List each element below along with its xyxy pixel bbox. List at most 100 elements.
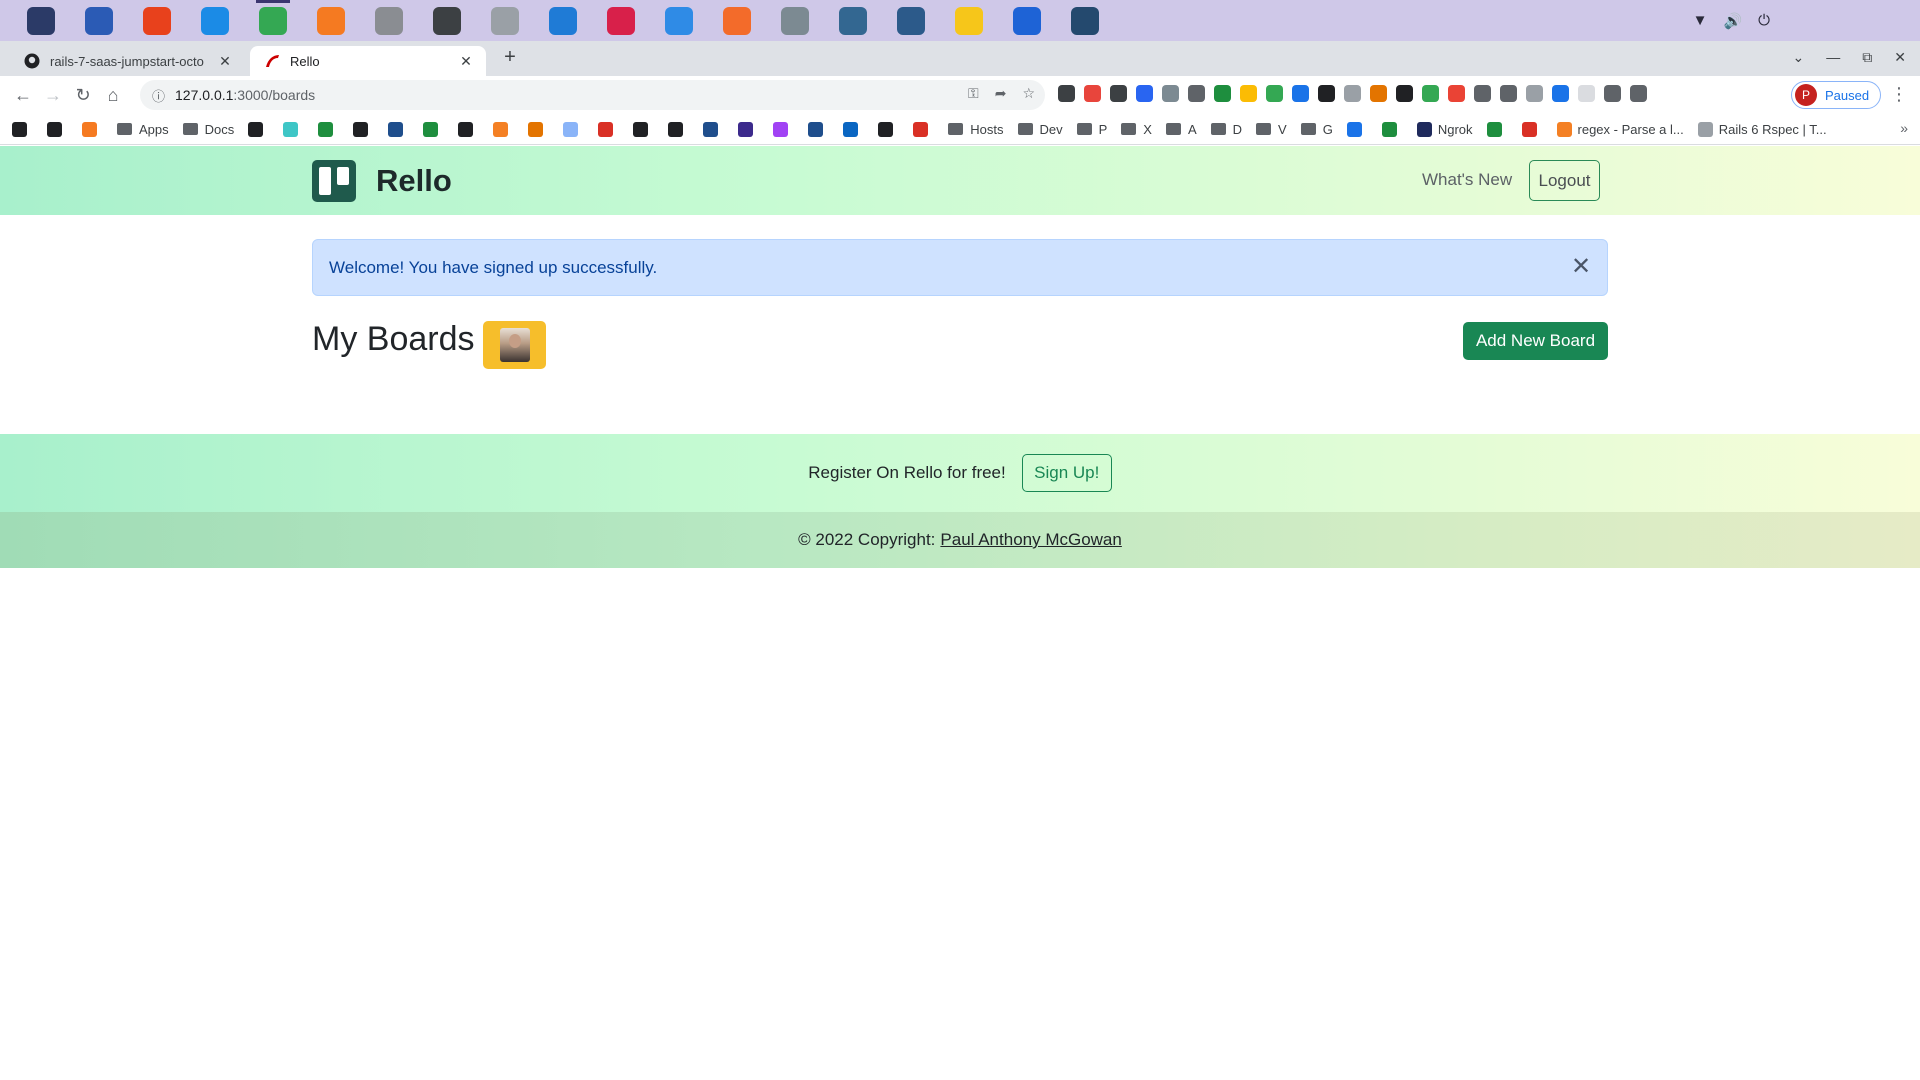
extension-icon[interactable] — [1604, 85, 1621, 102]
close-icon[interactable]: ✕ — [1569, 255, 1593, 280]
extension-icon[interactable] — [1370, 85, 1387, 102]
extension-icon[interactable] — [1500, 85, 1517, 102]
extension-icon[interactable] — [1136, 85, 1153, 102]
bookmark-item[interactable]: Ngrok — [1416, 121, 1473, 137]
bookmark-item[interactable] — [668, 121, 689, 137]
tab-search-icon[interactable]: ⌄ — [1793, 49, 1805, 66]
key-icon[interactable]: ⚿ — [968, 85, 979, 102]
bookmark-folder[interactable]: Hosts — [948, 122, 1004, 137]
bookmark-item[interactable]: regex - Parse a l... — [1556, 121, 1684, 137]
os-app-transfer[interactable] — [650, 0, 708, 41]
reload-icon[interactable]: ↻ — [68, 80, 98, 110]
bookmark-item[interactable] — [703, 121, 724, 137]
tab-github[interactable]: rails-7-saas-jumpstart-octo ✕ — [10, 46, 245, 76]
bookmark-item[interactable] — [808, 121, 829, 137]
bookmark-folder[interactable]: P — [1076, 122, 1107, 137]
extension-icon[interactable] — [1422, 85, 1439, 102]
brand-link[interactable]: Rello — [312, 160, 452, 202]
bookmark-folder[interactable]: D — [1210, 122, 1242, 137]
sign-up-button[interactable]: Sign Up! — [1021, 454, 1112, 492]
bookmark-item[interactable] — [423, 121, 444, 137]
address-bar[interactable]: ⓘ 127.0.0.1:3000/boards ⚿ ➦ ☆ — [140, 80, 1045, 110]
bookmark-item[interactable] — [738, 121, 759, 137]
extension-icon[interactable] — [1292, 85, 1309, 102]
site-info-icon[interactable]: ⓘ — [152, 86, 165, 105]
os-app-screenshot[interactable] — [186, 0, 244, 41]
extension-icon[interactable] — [1188, 85, 1205, 102]
bookmark-item[interactable] — [843, 121, 864, 137]
url-text[interactable]: 127.0.0.1:3000/boards — [175, 87, 315, 103]
os-app-firefox-dev[interactable] — [128, 0, 186, 41]
os-app-zorin-menu[interactable] — [12, 0, 70, 41]
bookmark-item[interactable] — [283, 121, 304, 137]
extension-icon[interactable] — [1058, 85, 1075, 102]
os-app-mysql-workbench[interactable] — [1056, 0, 1114, 41]
os-app-vm[interactable] — [766, 0, 824, 41]
os-app-chrome[interactable] — [244, 0, 302, 41]
bookmark-item[interactable] — [82, 121, 103, 137]
os-app-file-manager[interactable] — [360, 0, 418, 41]
bookmark-item[interactable] — [318, 121, 339, 137]
bookmark-folder[interactable]: V — [1256, 122, 1287, 137]
bookmark-item[interactable] — [773, 121, 794, 137]
add-new-board-button[interactable]: Add New Board — [1463, 322, 1608, 360]
bookmark-item[interactable] — [353, 121, 374, 137]
bookmark-folder[interactable]: Dev — [1017, 122, 1063, 137]
bookmark-item[interactable] — [1486, 121, 1508, 137]
bookmark-item[interactable] — [248, 121, 269, 137]
os-app-postgres[interactable] — [824, 0, 882, 41]
extension-icon[interactable] — [1162, 85, 1179, 102]
bookmark-item[interactable] — [12, 121, 33, 137]
author-link[interactable]: Paul Anthony McGowan — [940, 530, 1121, 550]
extension-icon[interactable] — [1630, 85, 1647, 102]
bookmark-item[interactable] — [388, 121, 409, 137]
extension-icon[interactable] — [1552, 85, 1569, 102]
os-app-postman[interactable] — [708, 0, 766, 41]
bookmark-item[interactable] — [633, 121, 654, 137]
new-tab-button[interactable]: + — [498, 46, 522, 69]
whats-new-link[interactable]: What's New — [1422, 170, 1512, 190]
browser-menu-icon[interactable]: ⋮ — [1890, 84, 1908, 105]
bookmark-item[interactable] — [47, 121, 68, 137]
bookmark-folder[interactable]: Apps — [117, 122, 169, 137]
extension-icon[interactable] — [1448, 85, 1465, 102]
bookmark-item[interactable]: Rails 6 Rspec | T... — [1697, 121, 1827, 137]
os-app-folder[interactable] — [476, 0, 534, 41]
extension-icon[interactable] — [1084, 85, 1101, 102]
bookmark-folder[interactable]: G — [1300, 122, 1333, 137]
close-tab-icon[interactable]: ✕ — [217, 53, 233, 70]
bookmark-item[interactable] — [1521, 121, 1543, 137]
bookmark-item[interactable] — [1346, 121, 1368, 137]
home-icon[interactable]: ⌂ — [98, 80, 128, 110]
extension-icon[interactable] — [1526, 85, 1543, 102]
extension-icon[interactable] — [1344, 85, 1361, 102]
extension-icon[interactable] — [1214, 85, 1231, 102]
bookmark-item[interactable] — [528, 121, 549, 137]
os-app-terminal[interactable] — [418, 0, 476, 41]
close-window-button[interactable]: ✕ — [1894, 49, 1906, 66]
back-icon[interactable]: ← — [8, 80, 38, 110]
profile-button[interactable]: P Paused — [1791, 81, 1881, 109]
minimize-button[interactable]: — — [1826, 49, 1840, 66]
tab-rello[interactable]: Rello ✕ — [250, 46, 486, 76]
bookmark-item[interactable] — [1381, 121, 1403, 137]
os-app-b-app[interactable] — [940, 0, 998, 41]
extension-icon[interactable] — [1110, 85, 1127, 102]
bookmark-folder[interactable]: A — [1165, 122, 1197, 137]
os-app-vscode[interactable] — [534, 0, 592, 41]
extension-icon[interactable] — [1578, 85, 1595, 102]
share-icon[interactable]: ➦ — [995, 85, 1007, 102]
bookmark-item[interactable] — [563, 121, 584, 137]
os-app-g-app[interactable] — [998, 0, 1056, 41]
bookmark-star-icon[interactable]: ☆ — [1022, 85, 1035, 102]
logout-button[interactable]: Logout — [1529, 160, 1600, 201]
os-app-firefox[interactable] — [302, 0, 360, 41]
os-app-rubymine[interactable] — [592, 0, 650, 41]
extension-icon[interactable] — [1318, 85, 1335, 102]
extension-icon[interactable] — [1266, 85, 1283, 102]
bookmark-item[interactable] — [913, 121, 934, 137]
extension-icon[interactable] — [1240, 85, 1257, 102]
bookmark-folder[interactable]: X — [1121, 122, 1152, 137]
volume-icon[interactable]: 🔊 — [1723, 12, 1742, 30]
os-app-files-window[interactable] — [70, 0, 128, 41]
